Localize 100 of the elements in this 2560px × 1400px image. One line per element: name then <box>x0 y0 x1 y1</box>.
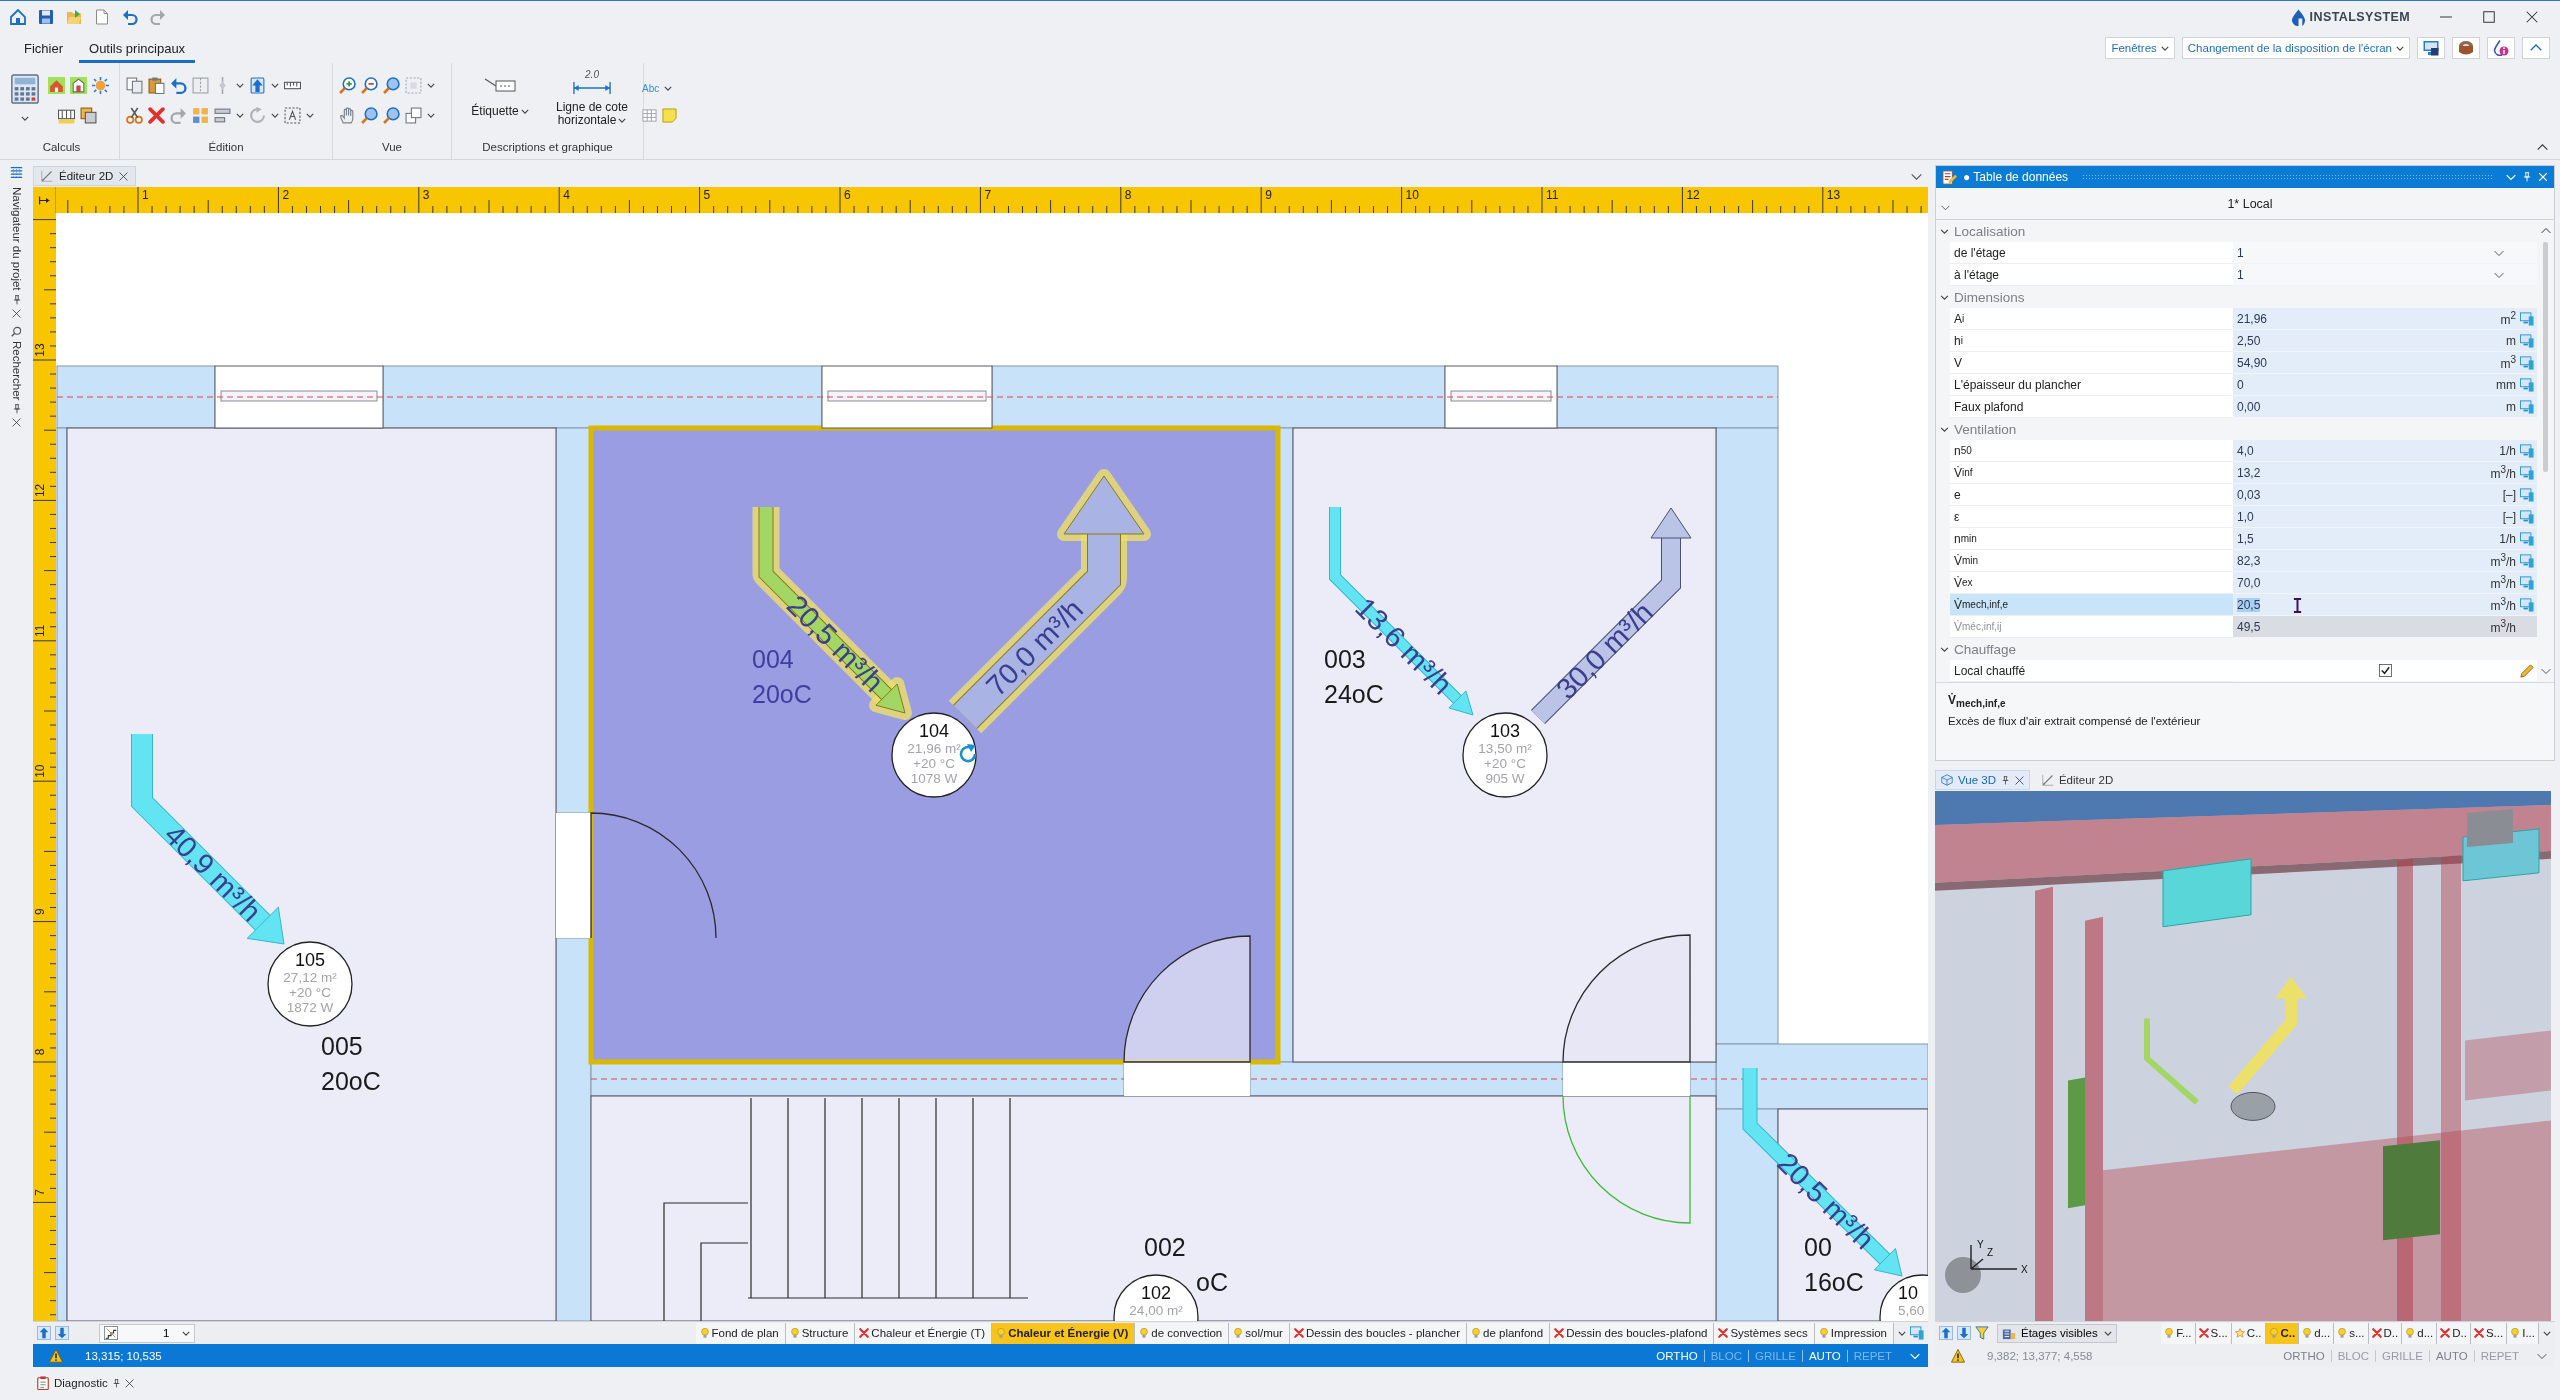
refresh-icon[interactable] <box>959 744 977 763</box>
layer-tab[interactable]: sol/mur <box>1229 1322 1290 1344</box>
layer-tab[interactable]: Systèmes secs <box>1714 1322 1815 1344</box>
layer-tab[interactable]: Structure <box>785 1322 856 1344</box>
layer-tab[interactable]: C.. <box>2265 1322 2300 1344</box>
exhaust-air-arrow[interactable] <box>1530 507 1692 725</box>
layer-tab[interactable]: d... <box>2402 1322 2438 1344</box>
property-value-cell[interactable]: 54,90 m$^{3}$ <box>2233 352 2537 374</box>
save-icon[interactable] <box>38 9 54 25</box>
table-icon[interactable] <box>642 108 657 123</box>
monitor-icon[interactable] <box>2520 465 2534 480</box>
building-3d-drawing[interactable] <box>1935 791 2551 1321</box>
status-toggle[interactable]: AUTO <box>2428 1349 2474 1362</box>
layer-tab[interactable]: Chaleur et Énergie (T) <box>855 1322 993 1344</box>
layer-tab[interactable]: s... <box>2334 1322 2369 1344</box>
monitor-icon[interactable] <box>2520 597 2534 612</box>
ribbon-tab[interactable]: Fichier <box>14 41 73 63</box>
expand-chevron-icon[interactable] <box>1940 424 1949 434</box>
origin-arrow-icon[interactable] <box>37 193 51 207</box>
layer-tab[interactable]: Dessin des boucles - plancher <box>1289 1322 1467 1344</box>
layer-tab[interactable]: Dessin des boucles-plafond <box>1550 1322 1715 1344</box>
scroll-up-icon[interactable] <box>2540 226 2551 236</box>
wall[interactable] <box>1556 365 1779 429</box>
calculator-icon[interactable] <box>10 74 40 104</box>
monitor-icon[interactable] <box>2520 509 2534 524</box>
layer-tab[interactable]: Impression <box>1814 1322 1894 1344</box>
zoom-out-icon[interactable] <box>361 77 378 94</box>
caret-icon[interactable] <box>1898 1330 1906 1336</box>
home-icon[interactable] <box>10 9 26 25</box>
new-document-icon[interactable] <box>94 9 110 25</box>
monitor-icon[interactable] <box>2520 531 2534 546</box>
property-value-cell[interactable] <box>2233 660 2537 682</box>
supply-air-arrow[interactable] <box>752 507 912 720</box>
up-arrow-icon[interactable] <box>249 77 266 94</box>
door[interactable] <box>1562 934 1691 1224</box>
monitor-icon[interactable] <box>2520 311 2534 326</box>
grid-lines-icon[interactable] <box>10 166 23 179</box>
ribbon-tab[interactable]: Outils principaux <box>79 41 196 63</box>
chevron-down-icon[interactable] <box>1941 203 1950 212</box>
property-value-cell[interactable]: 1,5 1/h <box>2233 528 2537 550</box>
property-value-cell[interactable]: 0,03 [–] <box>2233 484 2537 506</box>
level-dropdown[interactable]: 1 <box>99 1323 195 1343</box>
delete-icon[interactable] <box>148 107 165 124</box>
window[interactable] <box>821 365 993 429</box>
ribbon-button[interactable]: Étiquette <box>458 68 542 137</box>
caret-icon[interactable] <box>236 113 244 118</box>
property-name[interactable]: de l'étage <box>1950 242 2233 264</box>
layer-tab[interactable]: de convection <box>1135 1322 1230 1344</box>
align-icon[interactable] <box>214 107 231 124</box>
collapse-button[interactable] <box>2522 37 2550 59</box>
dock-tab[interactable]: Diagnostic <box>36 1376 134 1390</box>
dock-tab[interactable]: Navigateur du projet <box>10 187 23 318</box>
expand-chevron-icon[interactable] <box>1940 644 1949 654</box>
dropdown-button[interactable]: Fenêtres <box>2105 37 2175 59</box>
expand-chevron-icon[interactable] <box>1940 226 1949 236</box>
wall[interactable] <box>56 427 68 1321</box>
property-value-cell[interactable]: 20,5 m$^{3}$/h <box>2233 594 2537 616</box>
property-value-cell[interactable]: 4,0 1/h <box>2233 440 2537 462</box>
property-value-cell[interactable]: 82,3 m$^{3}$/h <box>2233 550 2537 572</box>
house-icon[interactable] <box>48 77 65 94</box>
expand-chevron-icon[interactable] <box>1940 292 1949 302</box>
checkbox[interactable] <box>2379 664 2392 677</box>
overlapping-squares-icon[interactable] <box>405 107 422 124</box>
room-tag-circle[interactable] <box>1462 712 1548 798</box>
property-name[interactable]: L'épaisseur du plancher <box>1950 374 2233 396</box>
caret-icon[interactable] <box>306 113 314 118</box>
property-value-cell[interactable]: 70,0 m$^{3}$/h <box>2233 572 2537 594</box>
caret-icon[interactable] <box>271 113 279 118</box>
window[interactable] <box>214 365 384 429</box>
scroll-down-icon[interactable] <box>2540 666 2551 676</box>
wall[interactable] <box>56 365 216 429</box>
wall[interactable] <box>1689 1061 1717 1097</box>
monitor-icon[interactable] <box>2520 333 2534 348</box>
arrow-down-icon[interactable] <box>55 1326 69 1340</box>
property-value-cell[interactable]: 21,96 m$^{2}$ <box>2233 308 2537 330</box>
pencil-icon[interactable] <box>2520 664 2534 678</box>
room-tag-circle[interactable] <box>891 712 977 798</box>
arrow-down-icon[interactable] <box>1957 1326 1971 1340</box>
caret-icon[interactable] <box>271 83 279 88</box>
property-value-cell[interactable]: 13,2 m$^{3}$/h <box>2233 462 2537 484</box>
property-name[interactable]: Local chauffé <box>1950 660 2233 682</box>
sun-icon[interactable] <box>92 77 109 94</box>
axis-gizmo[interactable]: Y Z X <box>1939 1239 2029 1295</box>
door[interactable] <box>556 812 717 939</box>
property-name[interactable]: ε <box>1950 506 2233 528</box>
zoom-in-icon[interactable] <box>339 77 356 94</box>
magnifier-icon[interactable] <box>361 107 378 124</box>
maximize-icon[interactable] <box>2483 11 2495 23</box>
layer-tab[interactable]: F... <box>2161 1322 2196 1344</box>
caret-icon[interactable] <box>427 83 435 88</box>
layer-tab[interactable]: D.. <box>2437 1322 2471 1344</box>
document-tab[interactable]: Vue 3D <box>1935 770 2030 790</box>
layer-tab[interactable]: I... <box>2507 1322 2539 1344</box>
close-icon[interactable] <box>2526 11 2538 23</box>
monitor-icon[interactable] <box>2520 553 2534 568</box>
redo-icon[interactable] <box>150 9 166 25</box>
caret-icon[interactable] <box>427 113 435 118</box>
paste-icon[interactable] <box>148 77 165 94</box>
info-button[interactable] <box>2487 37 2515 59</box>
floor-visibility-dropdown[interactable]: Étages visibles <box>1997 1323 2117 1343</box>
